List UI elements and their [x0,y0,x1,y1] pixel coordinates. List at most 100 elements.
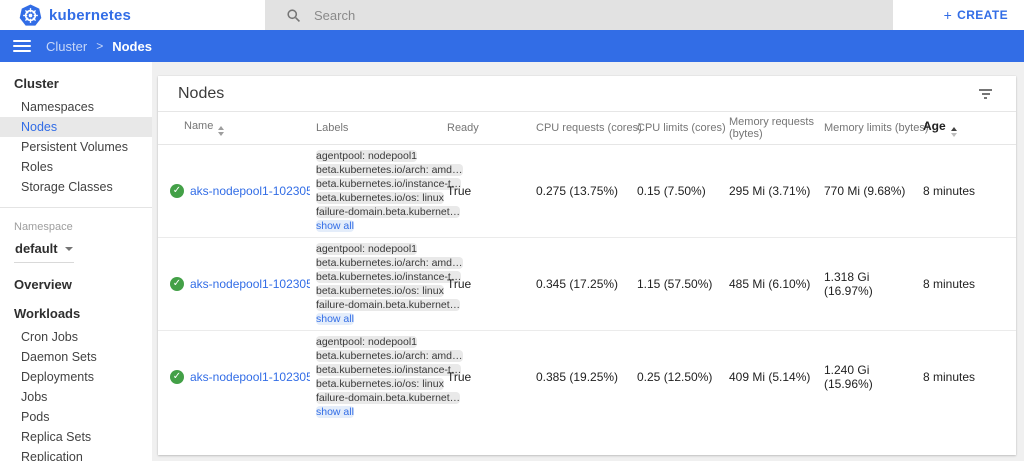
node-cpu-requests: 0.275 (13.75%) [536,144,637,237]
show-all-button[interactable]: show all [316,220,354,232]
node-name-link[interactable]: aks-nodepool1-10230590-vm… [190,277,310,291]
column-header-ready: Ready [447,112,536,144]
breadcrumb-current: Nodes [112,39,152,54]
label-chip: beta.kubernetes.io/arch: amd… [316,350,463,362]
column-header-memory-limits: Memory limits (bytes) [824,112,923,144]
sidebar-item-cron-jobs[interactable]: Cron Jobs [0,327,152,347]
sidebar-item-storage-classes[interactable]: Storage Classes [0,177,152,197]
sidebar: Cluster NamespacesNodesPersistent Volume… [0,62,152,461]
card-header: Nodes [158,76,1016,112]
page-title: Nodes [178,85,224,103]
sidebar-header-workloads[interactable]: Workloads [0,298,152,327]
sidebar-workloads-list: Cron JobsDaemon SetsDeploymentsJobsPodsR… [0,327,152,461]
node-age: 8 minutes [923,330,1016,423]
node-memory-limits: 770 Mi (9.68%) [824,144,923,237]
label-chip: failure-domain.beta.kubernet… [316,392,460,404]
filter-button[interactable] [975,83,996,105]
namespace-select[interactable]: default [14,238,74,263]
namespace-value: default [15,241,58,256]
column-header-name[interactable]: Name [158,112,316,144]
node-age: 8 minutes [923,144,1016,237]
label-chip: agentpool: nodepool1 [316,336,417,348]
node-cpu-limits: 1.15 (57.50%) [637,237,729,330]
label-chip: beta.kubernetes.io/os: linux [316,192,444,204]
nodes-card: Nodes Name Labels Ready [158,76,1016,455]
status-ok-icon: ✓ [170,184,184,198]
kubernetes-helm-icon [19,4,42,27]
node-name-cell: ✓ aks-nodepool1-10230590-vm… [158,330,316,423]
breadcrumb-bar: Cluster > Nodes [0,30,1024,62]
menu-button[interactable] [13,37,31,55]
label-chip: beta.kubernetes.io/instance-t… [316,178,461,190]
filter-icon [979,89,992,91]
sidebar-item-overview[interactable]: Overview [0,263,152,298]
search-bar[interactable] [265,0,893,30]
show-all-button[interactable]: show all [316,406,354,418]
node-ready: True [447,330,536,423]
node-age: 8 minutes [923,237,1016,330]
plus-icon: + [944,9,953,21]
sort-icon [951,127,957,137]
label-chip: beta.kubernetes.io/instance-t… [316,364,461,376]
label-chip: agentpool: nodepool1 [316,150,417,162]
node-row: ✓ aks-nodepool1-10230590-vm… agentpool: no… [158,144,1016,237]
node-name-link[interactable]: aks-nodepool1-10230590-vm… [190,184,310,198]
column-header-cpu-requests: CPU requests (cores) [536,112,637,144]
namespace-label: Namespace [0,208,152,235]
sidebar-item-daemon-sets[interactable]: Daemon Sets [0,347,152,367]
search-input[interactable] [314,8,794,23]
sidebar-header-cluster[interactable]: Cluster [0,62,152,97]
label-chip: failure-domain.beta.kubernet… [316,206,460,218]
label-chip: beta.kubernetes.io/arch: amd… [316,164,463,176]
sidebar-item-pods[interactable]: Pods [0,407,152,427]
node-ready: True [447,237,536,330]
show-all-button[interactable]: show all [316,313,354,325]
column-header-age[interactable]: Age [923,112,1016,144]
sidebar-item-replication-controllers[interactable]: Replication Controllers [0,447,152,461]
sidebar-item-namespaces[interactable]: Namespaces [0,97,152,117]
create-button[interactable]: + CREATE [944,8,1008,22]
node-labels-cell: agentpool: nodepool1beta.kubernetes.io/a… [316,144,447,237]
node-name-cell: ✓ aks-nodepool1-10230590-vm… [158,144,316,237]
node-labels-cell: agentpool: nodepool1beta.kubernetes.io/a… [316,237,447,330]
node-ready: True [447,144,536,237]
column-header-labels: Labels [316,112,447,144]
sort-icon [218,126,224,136]
label-chip: agentpool: nodepool1 [316,243,417,255]
label-chip: beta.kubernetes.io/instance-t… [316,271,461,283]
label-chip: beta.kubernetes.io/os: linux [316,285,444,297]
content-area: Nodes Name Labels Ready [152,62,1024,461]
sidebar-cluster-list: NamespacesNodesPersistent VolumesRolesSt… [0,97,152,197]
create-button-label: CREATE [957,8,1008,22]
node-cpu-limits: 0.25 (12.50%) [637,330,729,423]
node-row: ✓aks-nodepool1-10230590-vm…agentpool: no… [158,237,1016,330]
node-cpu-limits: 0.15 (7.50%) [637,144,729,237]
node-memory-limits: 1.240 Gi (15.96%) [824,330,923,423]
column-header-memory-requests: Memory requests (bytes) [729,112,824,144]
kubernetes-logo[interactable]: kubernetes [0,4,131,27]
sidebar-item-persistent-volumes[interactable]: Persistent Volumes [0,137,152,157]
top-bar: kubernetes + CREATE [0,0,1024,30]
status-ok-icon: ✓ [170,370,184,384]
sidebar-item-replica-sets[interactable]: Replica Sets [0,427,152,447]
label-chip: beta.kubernetes.io/arch: amd… [316,257,463,269]
column-header-cpu-limits: CPU limits (cores) [637,112,729,144]
label-chip: failure-domain.beta.kubernet… [316,299,460,311]
label-chip: beta.kubernetes.io/os: linux [316,378,444,390]
sidebar-item-roles[interactable]: Roles [0,157,152,177]
chevron-down-icon [65,247,73,251]
node-memory-requests: 295 Mi (3.71%) [729,144,824,237]
node-row: ✓ aks-nodepool1-10230590-vm… agentpool: no… [158,330,1016,423]
node-memory-requests: 409 Mi (5.14%) [729,330,824,423]
breadcrumb-parent[interactable]: Cluster [46,39,87,54]
sidebar-item-deployments[interactable]: Deployments [0,367,152,387]
breadcrumb-separator: > [96,39,103,53]
sidebar-item-nodes[interactable]: Nodes [0,117,152,137]
node-name-link[interactable]: aks-nodepool1-10230590-vm… [190,370,310,384]
nodes-table: Name Labels Ready CPU requests (cores) C… [158,112,1016,423]
node-memory-limits: 1.318 Gi (16.97%) [824,237,923,330]
hamburger-icon [13,40,31,42]
node-cpu-requests: 0.345 (17.25%) [536,237,637,330]
sidebar-item-jobs[interactable]: Jobs [0,387,152,407]
search-icon [286,8,301,23]
